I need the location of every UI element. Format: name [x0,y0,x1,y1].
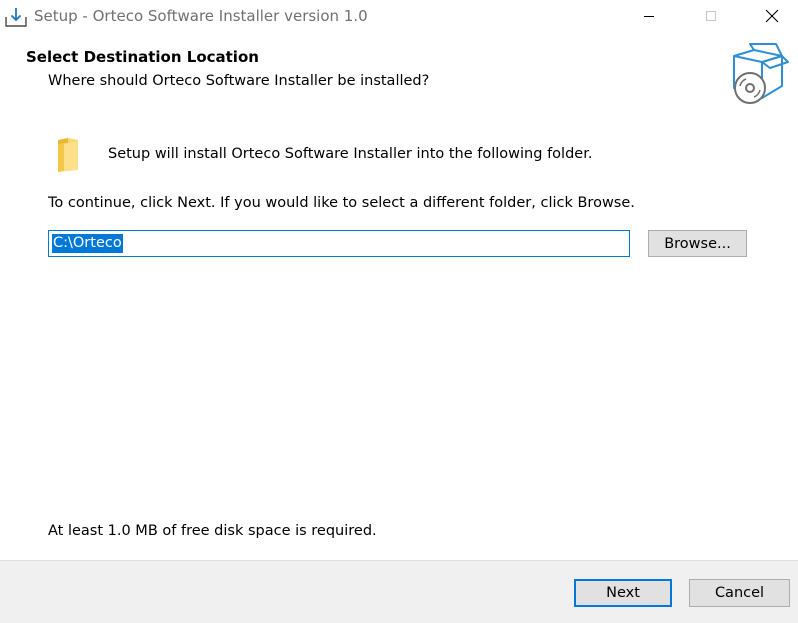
folder-icon [54,136,82,174]
destination-path-input[interactable]: C:\Orteco [48,230,630,257]
disk-space-requirement: At least 1.0 MB of free disk space is re… [48,523,377,539]
page-title: Select Destination Location [26,48,259,66]
cancel-button[interactable]: Cancel [689,579,790,607]
destination-path-value: C:\Orteco [52,234,123,253]
next-button[interactable]: Next [574,579,672,607]
installer-download-icon [4,6,28,28]
footer-bar [0,560,798,623]
maximize-icon [706,11,716,21]
continue-instructions: To continue, click Next. If you would li… [48,195,635,211]
maximize-button[interactable] [688,0,734,32]
browse-button[interactable]: Browse... [648,230,747,257]
install-description: Setup will install Orteco Software Insta… [108,146,593,162]
window-title: Setup - Orteco Software Installer versio… [34,7,368,25]
minimize-icon [644,16,654,17]
page-subtitle: Where should Orteco Software Installer b… [48,73,430,89]
minimize-button[interactable] [626,0,672,32]
close-button[interactable] [749,0,795,32]
box-disc-icon [726,42,792,108]
close-icon [765,9,779,23]
